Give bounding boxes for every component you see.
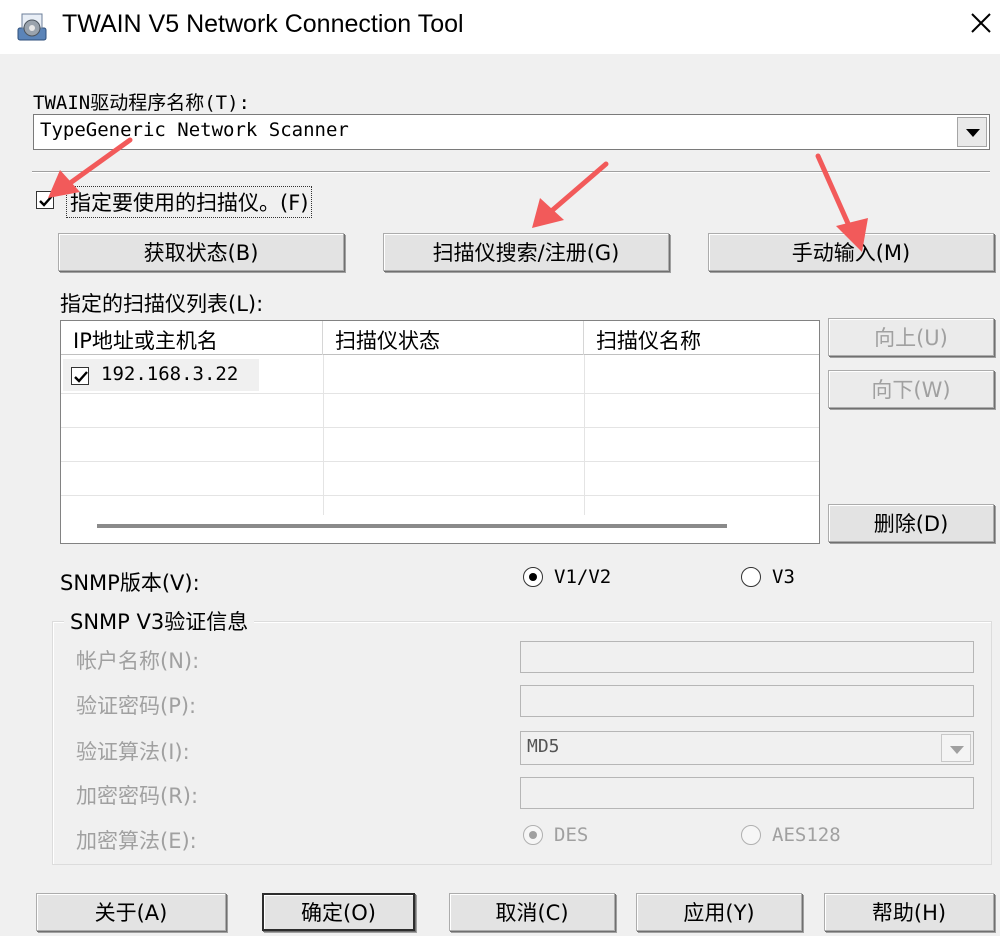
- chevron-down-icon[interactable]: [941, 734, 971, 762]
- encrypt-aes128-radio[interactable]: [741, 825, 761, 845]
- about-button[interactable]: 关于(A): [36, 893, 226, 931]
- encrypt-password-label: 加密密码(R):: [76, 784, 199, 808]
- auth-password-label: 验证密码(P):: [76, 694, 197, 718]
- move-up-button[interactable]: 向上(U): [828, 318, 994, 356]
- encrypt-aes128-label[interactable]: AES128: [772, 824, 841, 846]
- cancel-button[interactable]: 取消(C): [449, 893, 615, 931]
- window-title: TWAIN V5 Network Connection Tool: [62, 10, 464, 38]
- account-name-input[interactable]: [520, 641, 974, 673]
- grid-line: [61, 461, 819, 462]
- snmp-v3-radio[interactable]: [741, 567, 761, 587]
- snmp-v1v2-radio[interactable]: [523, 567, 543, 587]
- check-icon: [39, 195, 53, 207]
- encrypt-password-input[interactable]: [520, 777, 974, 809]
- horizontal-scrollbar[interactable]: [97, 524, 727, 528]
- manual-input-button[interactable]: 手动输入(M): [708, 233, 994, 271]
- account-name-label: 帐户名称(N):: [76, 649, 200, 673]
- grid-line: [323, 355, 324, 515]
- snmp-v1v2-label[interactable]: V1/V2: [554, 566, 611, 588]
- auth-algorithm-value: MD5: [527, 736, 560, 757]
- column-header-ip[interactable]: IP地址或主机名: [61, 321, 323, 355]
- grid-line: [584, 355, 585, 515]
- driver-dropdown[interactable]: TypeGeneric Network Scanner: [33, 114, 990, 150]
- column-header-name[interactable]: 扫描仪名称: [584, 321, 819, 355]
- column-header-status[interactable]: 扫描仪状态: [323, 321, 584, 355]
- encrypt-algorithm-label: 加密算法(E):: [76, 829, 197, 853]
- scanner-list[interactable]: IP地址或主机名 扫描仪状态 扫描仪名称 192.168.3.22: [60, 320, 820, 544]
- driver-selected: TypeGeneric Network Scanner: [40, 119, 349, 141]
- auth-algorithm-dropdown[interactable]: MD5: [520, 731, 974, 765]
- ok-button[interactable]: 确定(O): [262, 893, 415, 931]
- close-button[interactable]: [966, 8, 1000, 46]
- grid-line: [61, 393, 819, 394]
- help-button[interactable]: 帮助(H): [824, 893, 994, 931]
- apply-button[interactable]: 应用(Y): [636, 893, 802, 931]
- separator: [32, 171, 990, 173]
- check-icon: [74, 371, 88, 383]
- driver-label: TWAIN驱动程序名称(T):: [33, 92, 250, 114]
- encrypt-des-radio[interactable]: [523, 825, 543, 845]
- encrypt-des-label[interactable]: DES: [554, 824, 588, 846]
- delete-button[interactable]: 删除(D): [828, 504, 994, 542]
- grid-line: [61, 427, 819, 428]
- grid-line: [61, 495, 819, 496]
- auth-algorithm-label: 验证算法(I):: [76, 740, 190, 764]
- snmp-v3-group-title: SNMP V3验证信息: [64, 606, 255, 636]
- get-status-button[interactable]: 获取状态(B): [58, 233, 344, 271]
- row-ip: 192.168.3.22: [101, 363, 239, 385]
- list-header: IP地址或主机名 扫描仪状态 扫描仪名称: [61, 321, 819, 355]
- annotation-arrowhead-search: [532, 198, 564, 228]
- snmp-version-label: SNMP版本(V):: [60, 571, 200, 595]
- row-checkbox[interactable]: [71, 367, 89, 385]
- gear-scanner-icon: [16, 12, 48, 44]
- chevron-down-icon[interactable]: [957, 117, 987, 147]
- close-icon: [966, 13, 996, 43]
- title-bar: TWAIN V5 Network Connection Tool: [0, 0, 1000, 54]
- auth-password-input[interactable]: [520, 685, 974, 717]
- move-down-button[interactable]: 向下(W): [828, 370, 994, 408]
- scanner-search-register-button[interactable]: 扫描仪搜索/注册(G): [383, 233, 669, 271]
- table-row[interactable]: 192.168.3.22: [63, 359, 259, 391]
- annotation-arrow-manual: [815, 153, 853, 231]
- scanner-list-label: 指定的扫描仪列表(L):: [60, 292, 264, 316]
- snmp-v3-label[interactable]: V3: [772, 566, 795, 588]
- specify-scanner-checkbox[interactable]: [36, 191, 54, 209]
- specify-scanner-label[interactable]: 指定要使用的扫描仪。(F): [66, 186, 313, 218]
